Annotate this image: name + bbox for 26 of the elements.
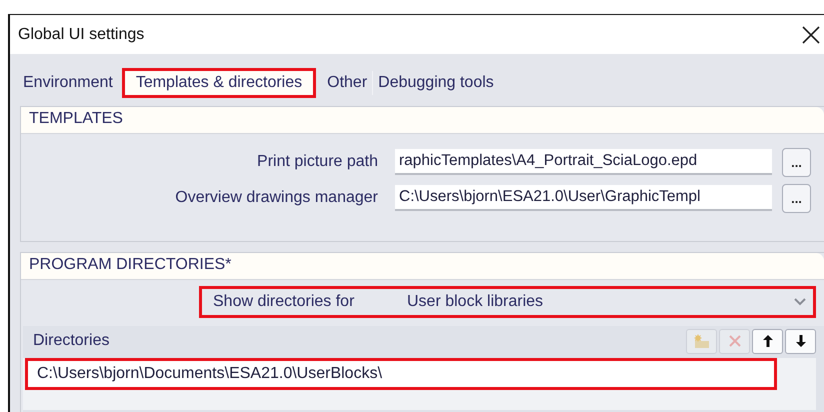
- arrow-up-icon: [762, 335, 772, 347]
- field-label: Overview drawings manager: [174, 189, 379, 207]
- path-field[interactable]: raphicTemplates\A4_Portrait_SciaLogo.epd: [395, 149, 772, 175]
- list-title: Directories: [33, 332, 110, 350]
- delete-icon: [728, 335, 740, 347]
- section-header: TEMPLATES: [21, 107, 824, 134]
- chevron-down-icon: [794, 298, 806, 306]
- new-folder-icon: [694, 334, 710, 348]
- section-header: PROGRAM DIRECTORIES*: [21, 253, 824, 280]
- browse-button[interactable]: ...: [782, 184, 811, 212]
- tab[interactable]: Debugging tools: [373, 68, 499, 98]
- close-icon[interactable]: [802, 26, 820, 44]
- window-title: Global UI settings: [18, 26, 144, 44]
- dropdown-value: User block libraries: [407, 293, 544, 311]
- dropdown-label: Show directories for: [213, 293, 356, 311]
- field-label: Print picture path: [256, 153, 379, 171]
- tab[interactable]: Templates & directories: [122, 68, 316, 98]
- directory-item[interactable]: C:\Users\bjorn\Documents\ESA21.0\UserBlocks\: [25, 358, 777, 390]
- arrow-down-icon: [796, 335, 806, 347]
- tab[interactable]: Environment: [18, 68, 118, 98]
- tab[interactable]: Other: [322, 68, 372, 98]
- directory-type-dropdown[interactable]: Show directories for User block libraries: [199, 286, 816, 318]
- path-field[interactable]: C:\Users\bjorn\ESA21.0\User\GraphicTempl: [395, 185, 772, 211]
- down-button[interactable]: [785, 328, 816, 354]
- browse-button[interactable]: ...: [782, 148, 811, 176]
- up-button[interactable]: [752, 328, 783, 354]
